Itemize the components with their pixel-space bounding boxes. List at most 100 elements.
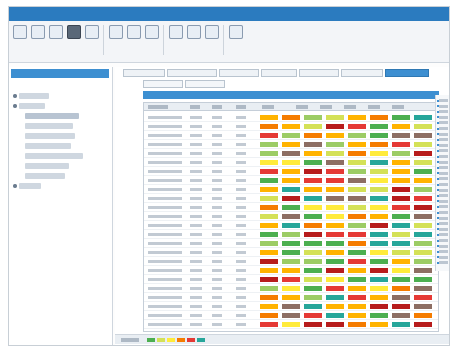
table-row[interactable] xyxy=(144,166,438,167)
document-tab[interactable] xyxy=(341,69,383,77)
column-header[interactable] xyxy=(190,105,200,109)
checkbox-icon[interactable] xyxy=(437,116,439,119)
checkbox-icon[interactable] xyxy=(437,172,439,175)
filter-item[interactable] xyxy=(439,177,448,181)
heatmap-grid[interactable] xyxy=(143,102,439,332)
column-header[interactable] xyxy=(320,105,332,109)
checkbox-icon[interactable] xyxy=(437,228,439,231)
tree-node[interactable] xyxy=(25,133,75,139)
tree-node[interactable] xyxy=(19,103,45,109)
table-row[interactable] xyxy=(144,229,438,230)
toolbar-button[interactable] xyxy=(67,25,81,39)
checkbox-icon[interactable] xyxy=(437,245,439,248)
column-header[interactable] xyxy=(344,105,356,109)
checkbox-icon[interactable] xyxy=(437,205,439,208)
checkbox-icon[interactable] xyxy=(437,261,439,264)
checkbox-icon[interactable] xyxy=(437,105,439,108)
tree-node[interactable] xyxy=(25,153,83,159)
checkbox-icon[interactable] xyxy=(437,161,439,164)
checkbox-icon[interactable] xyxy=(437,239,439,242)
tree-node[interactable] xyxy=(25,143,71,149)
toolbar-button[interactable] xyxy=(229,25,243,39)
filter-item[interactable] xyxy=(439,143,448,147)
filter-item[interactable] xyxy=(439,188,448,192)
filter-item[interactable] xyxy=(439,250,448,254)
toolbar-button[interactable] xyxy=(49,25,63,39)
filter-item[interactable] xyxy=(439,199,448,203)
filter-item[interactable] xyxy=(439,244,448,248)
checkbox-icon[interactable] xyxy=(437,217,439,220)
column-header[interactable] xyxy=(236,105,246,109)
document-tab[interactable] xyxy=(219,69,259,77)
table-row[interactable] xyxy=(144,130,438,131)
filter-item[interactable] xyxy=(439,205,448,209)
table-row[interactable] xyxy=(144,121,438,122)
checkbox-icon[interactable] xyxy=(437,110,439,113)
checkbox-icon[interactable] xyxy=(437,256,439,259)
table-row[interactable] xyxy=(144,301,438,302)
toolbar-button[interactable] xyxy=(169,25,183,39)
column-header[interactable] xyxy=(262,105,274,109)
filter-item[interactable] xyxy=(439,216,448,220)
table-row[interactable] xyxy=(144,292,438,293)
checkbox-icon[interactable] xyxy=(437,177,439,180)
filter-item[interactable] xyxy=(439,233,448,237)
table-row[interactable] xyxy=(144,148,438,149)
filter-item[interactable] xyxy=(439,239,448,242)
document-tab[interactable] xyxy=(123,69,165,77)
checkbox-icon[interactable] xyxy=(437,144,439,147)
table-row[interactable] xyxy=(144,211,438,212)
expand-icon[interactable] xyxy=(13,184,17,188)
toolbar-button[interactable] xyxy=(145,25,159,39)
table-row[interactable] xyxy=(144,283,438,284)
checkbox-icon[interactable] xyxy=(437,222,439,225)
table-row[interactable] xyxy=(144,319,438,320)
filter-item[interactable] xyxy=(439,222,448,226)
filter-item[interactable] xyxy=(439,211,448,214)
checkbox-icon[interactable] xyxy=(437,200,439,203)
tree-search-input[interactable] xyxy=(11,69,109,78)
tree-node-selected[interactable] xyxy=(25,113,79,119)
toolbar-button[interactable] xyxy=(85,25,99,39)
table-row[interactable] xyxy=(144,193,438,194)
toolbar-button[interactable] xyxy=(127,25,141,39)
tree-node[interactable] xyxy=(19,183,41,189)
filter-item[interactable] xyxy=(439,138,448,142)
toolbar-button[interactable] xyxy=(109,25,123,39)
checkbox-icon[interactable] xyxy=(437,138,439,141)
table-row[interactable] xyxy=(144,310,438,311)
filter-item[interactable] xyxy=(439,149,448,153)
checkbox-icon[interactable] xyxy=(437,133,439,136)
table-row[interactable] xyxy=(144,256,438,257)
checkbox-icon[interactable] xyxy=(437,233,439,236)
expand-icon[interactable] xyxy=(13,104,17,108)
checkbox-icon[interactable] xyxy=(437,155,439,158)
toolbar-button[interactable] xyxy=(187,25,201,39)
checkbox-icon[interactable] xyxy=(437,189,439,192)
checkbox-icon[interactable] xyxy=(437,149,439,152)
filter-item[interactable] xyxy=(439,127,448,130)
filter-item[interactable] xyxy=(439,99,448,102)
view-tab[interactable] xyxy=(185,80,225,88)
filter-item[interactable] xyxy=(439,104,448,108)
filter-item[interactable] xyxy=(439,194,448,198)
table-row[interactable] xyxy=(144,328,438,329)
table-row[interactable] xyxy=(144,157,438,158)
filter-item[interactable] xyxy=(439,160,448,164)
tree-node[interactable] xyxy=(25,173,65,179)
column-header[interactable] xyxy=(296,105,308,109)
filter-item[interactable] xyxy=(439,121,448,125)
filter-item[interactable] xyxy=(439,155,448,158)
filter-item[interactable] xyxy=(439,183,448,186)
expand-icon[interactable] xyxy=(13,94,17,98)
column-header[interactable] xyxy=(392,105,404,109)
checkbox-icon[interactable] xyxy=(437,166,439,169)
checkbox-icon[interactable] xyxy=(437,183,439,186)
table-row[interactable] xyxy=(144,247,438,248)
document-tab[interactable] xyxy=(167,69,217,77)
table-row[interactable] xyxy=(144,175,438,176)
table-row[interactable] xyxy=(144,265,438,266)
filter-item[interactable] xyxy=(439,171,448,175)
document-tab[interactable] xyxy=(299,69,339,77)
filter-item[interactable] xyxy=(439,115,448,119)
